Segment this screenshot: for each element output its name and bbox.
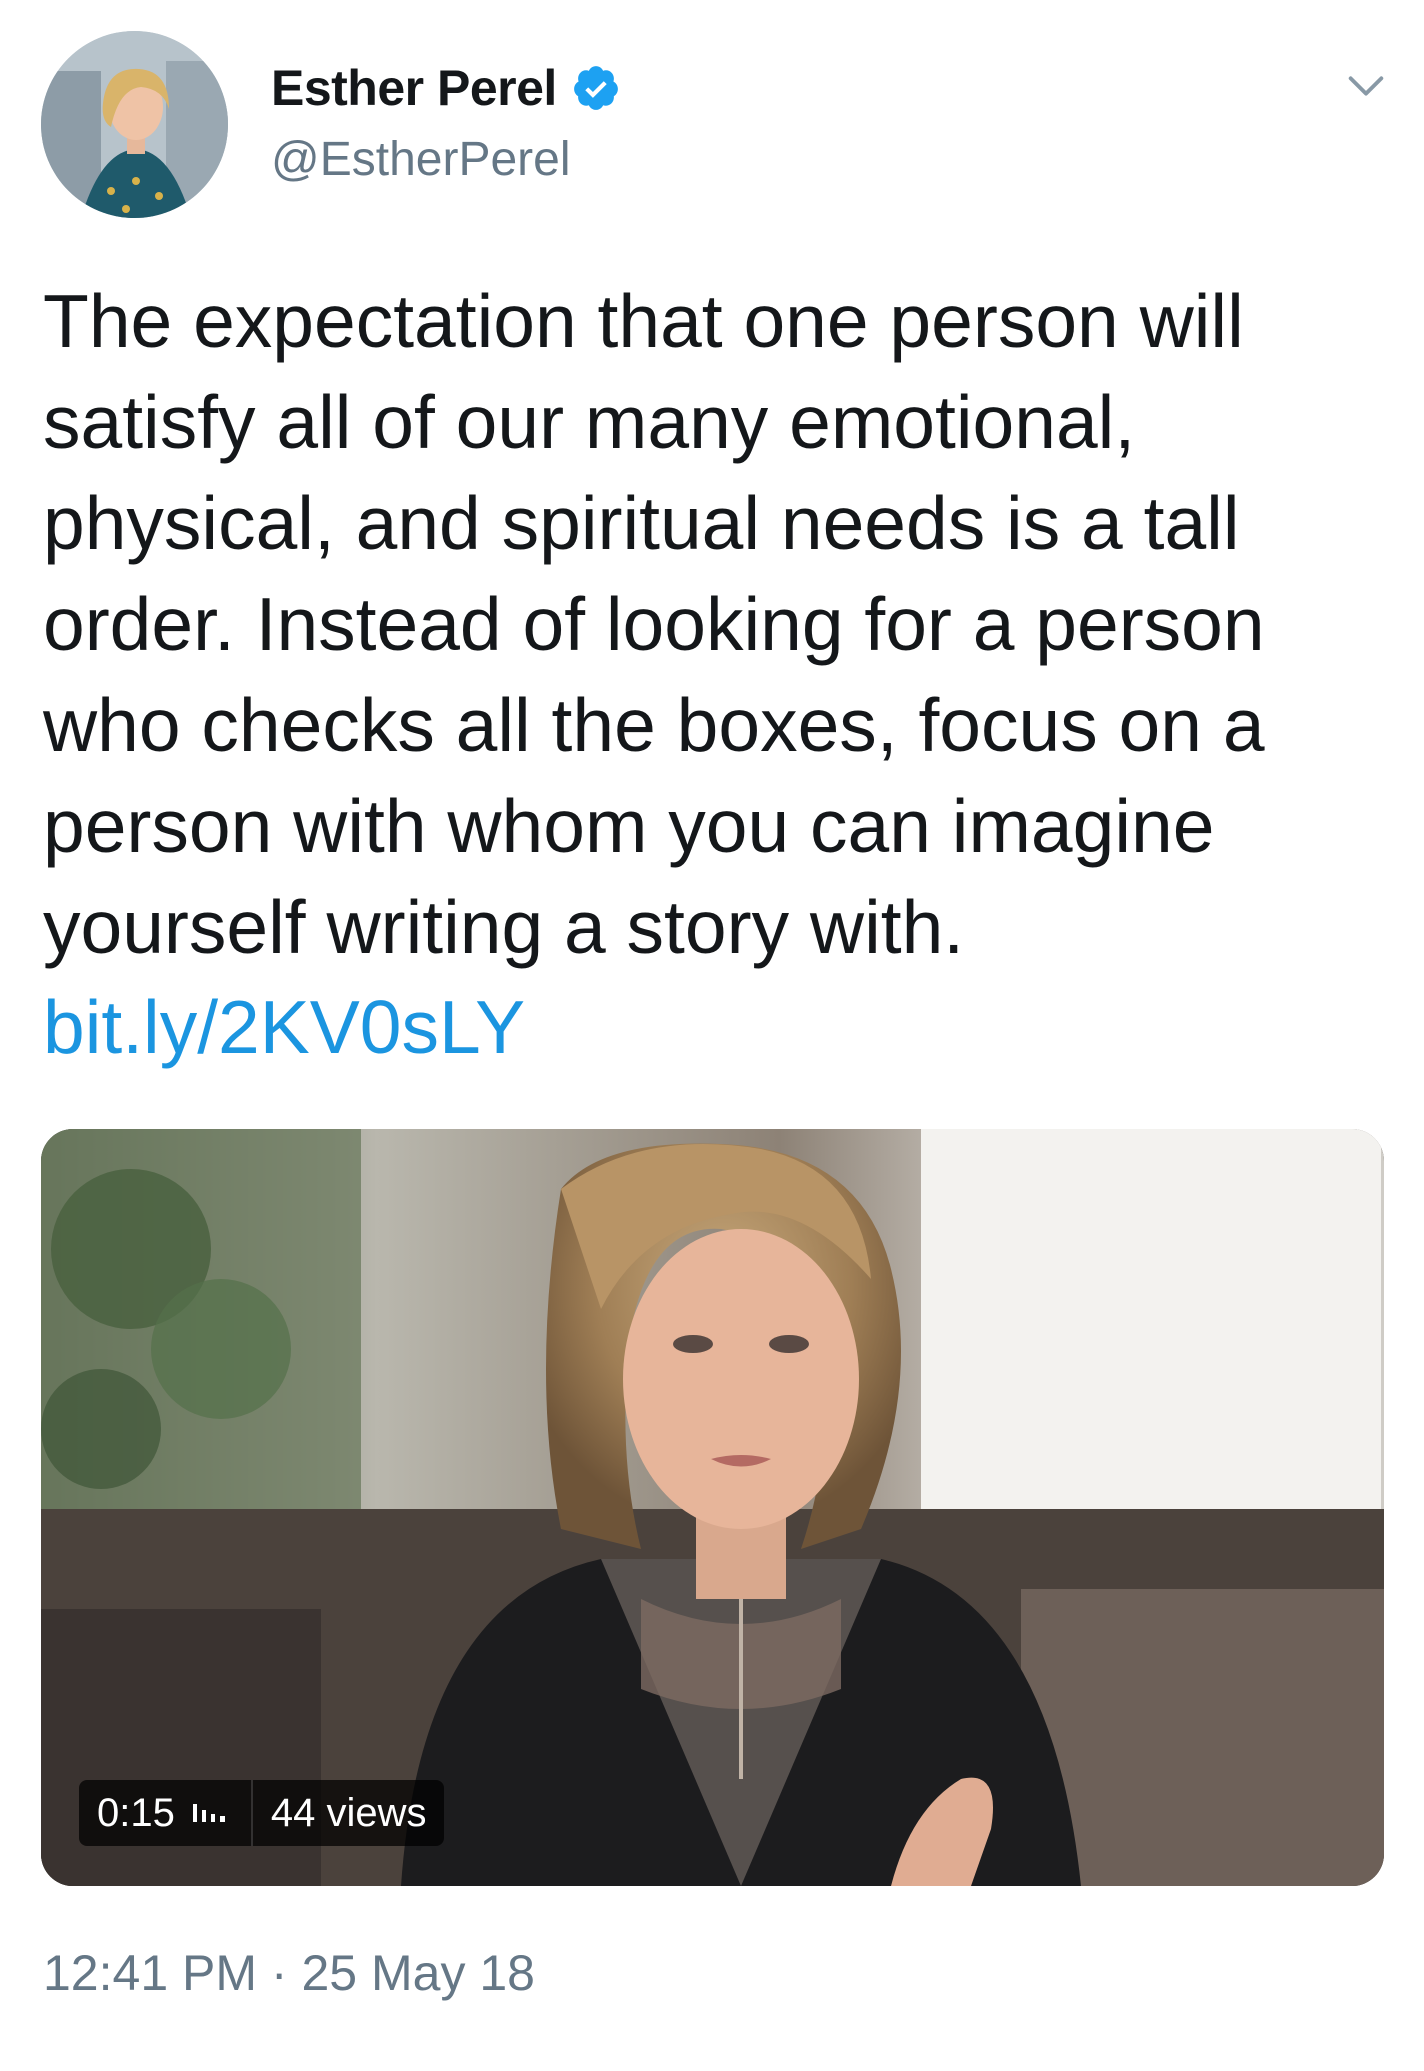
author-handle[interactable]: @EstherPerel xyxy=(271,132,571,187)
avatar[interactable] xyxy=(41,31,228,218)
timestamp-separator: · xyxy=(270,1945,288,2001)
tweet-text: The expectation that one person will sat… xyxy=(43,279,1265,969)
audio-bars-icon xyxy=(192,1804,225,1822)
video-duration: 0:15 xyxy=(97,1790,175,1835)
video-thumbnail xyxy=(41,1129,1384,1886)
verified-badge-icon xyxy=(573,66,618,110)
video-views: 44 views xyxy=(270,1790,427,1835)
tweet-date: 25 May 18 xyxy=(301,1945,535,2001)
avatar-image xyxy=(41,31,228,218)
display-name[interactable]: Esther Perel xyxy=(271,59,557,117)
tweet-link[interactable]: bit.ly/2KV0sLY xyxy=(43,977,525,1078)
author-name-row[interactable]: Esther Perel xyxy=(271,56,621,120)
video-info-badge: 0:15 44 views xyxy=(79,1780,445,1846)
tweet-card: Esther Perel @EstherPerel The expectatio… xyxy=(0,0,1424,2071)
video-player[interactable] xyxy=(41,1129,1384,1886)
tweet-timestamp[interactable]: 12:41 PM · 25 May 18 xyxy=(43,1944,535,2002)
chevron-down-icon[interactable] xyxy=(1343,63,1389,109)
tweet-time: 12:41 PM xyxy=(43,1945,258,2001)
badge-divider xyxy=(250,1780,253,1846)
